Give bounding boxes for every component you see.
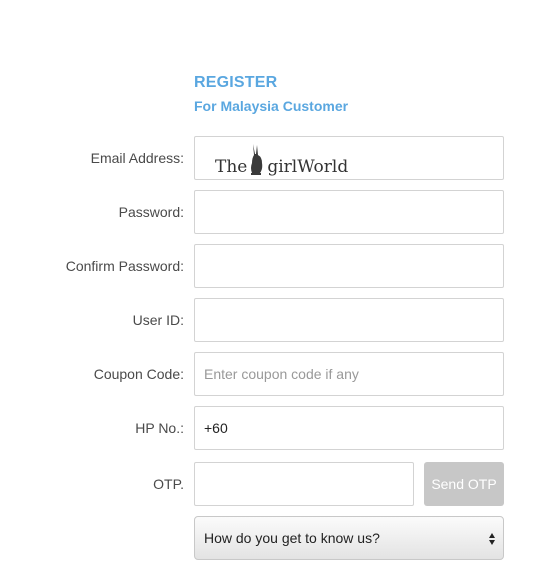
user-id-label: User ID: (132, 312, 184, 328)
referral-select[interactable]: How do you get to know us? (194, 516, 504, 560)
register-heading: REGISTER (194, 74, 278, 91)
password-row: Password: (0, 190, 549, 234)
email-row: Email Address: (0, 136, 549, 180)
otp-label: OTP. (153, 476, 184, 492)
password-field[interactable] (194, 190, 504, 234)
confirm-password-label: Confirm Password: (65, 258, 184, 274)
referral-select-value: How do you get to know us? (204, 530, 380, 546)
coupon-label: Coupon Code: (93, 366, 184, 382)
otp-row: OTP. Send OTP (0, 462, 549, 506)
user-id-field[interactable] (194, 298, 504, 342)
email-label: Email Address: (90, 150, 184, 166)
phone-row: HP No.: (0, 406, 549, 450)
otp-field[interactable] (194, 462, 414, 506)
confirm-password-row: Confirm Password: (0, 244, 549, 288)
phone-label: HP No.: (135, 420, 184, 436)
send-otp-button[interactable]: Send OTP (424, 462, 504, 506)
coupon-row: Coupon Code: (0, 352, 549, 396)
coupon-field[interactable] (194, 352, 504, 396)
email-field[interactable] (194, 136, 504, 180)
register-subheading: For Malaysia Customer (194, 98, 349, 114)
confirm-password-field[interactable] (194, 244, 504, 288)
user-id-row: User ID: (0, 298, 549, 342)
chevron-updown-icon (488, 530, 496, 548)
password-label: Password: (118, 204, 184, 220)
phone-field[interactable] (194, 406, 504, 450)
referral-row: How do you get to know us? (0, 516, 549, 560)
